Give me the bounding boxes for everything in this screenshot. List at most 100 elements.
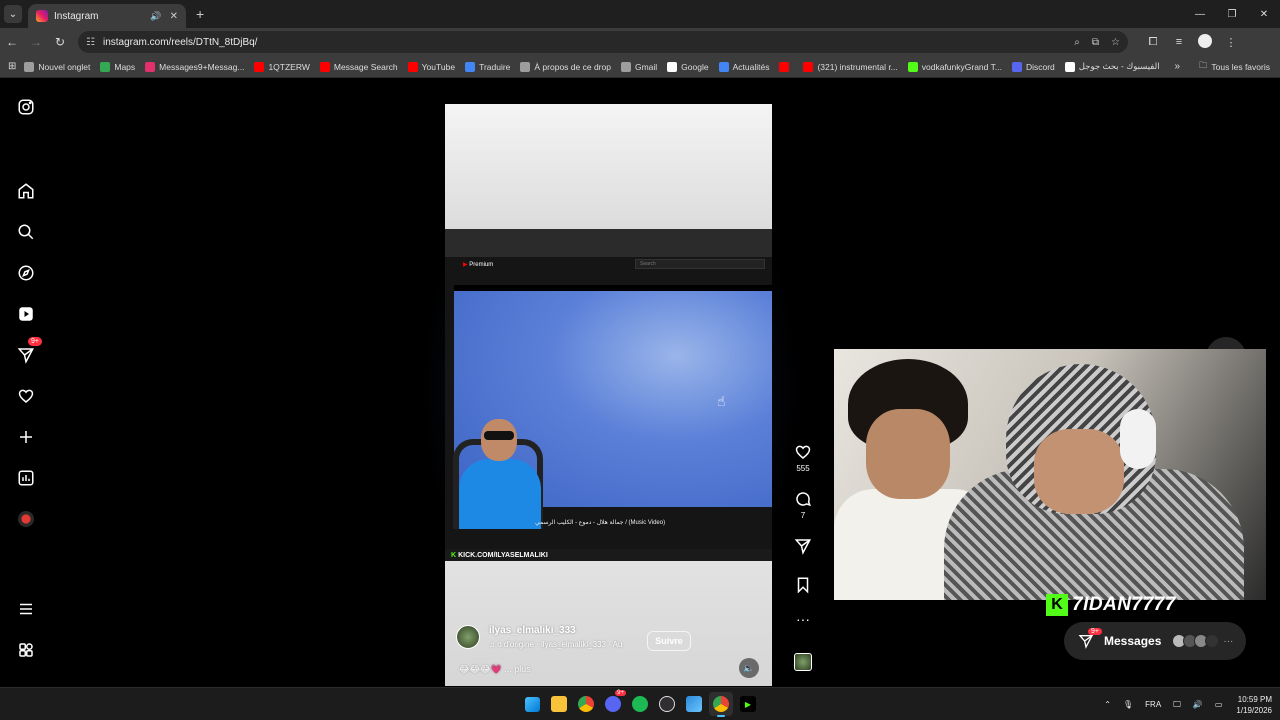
- reels-icon[interactable]: [16, 304, 36, 324]
- recorded-browser-bar: [445, 229, 772, 257]
- site-info-icon[interactable]: ☷: [86, 37, 95, 48]
- forward-button[interactable]: →: [24, 35, 48, 49]
- youtube-video-title: جمالة هلال - دموع - الكليب الرسمي / (Mus…: [535, 520, 666, 526]
- extensions-icon[interactable]: ⧠: [1140, 36, 1166, 49]
- audio-thumbnail[interactable]: [794, 653, 812, 671]
- share-button[interactable]: [790, 537, 816, 555]
- bookmark-item[interactable]: Discord: [1011, 61, 1055, 72]
- search-icon[interactable]: [16, 222, 36, 242]
- taskbar-clock[interactable]: 10:59 PM 1/19/2026: [1236, 694, 1272, 716]
- bookmark-item[interactable]: YouTube: [407, 61, 455, 72]
- explore-icon[interactable]: [16, 263, 36, 283]
- profile-avatar[interactable]: [1192, 33, 1218, 51]
- folder-icon: [551, 696, 567, 712]
- also-from-meta-icon[interactable]: [16, 640, 36, 660]
- save-button[interactable]: [790, 576, 816, 594]
- bookmark-item[interactable]: (321) instrumental r...: [803, 61, 898, 72]
- taskbar-obs[interactable]: [655, 692, 679, 716]
- mute-toggle-icon[interactable]: 🔈: [739, 658, 759, 678]
- language-indicator[interactable]: FRA: [1145, 700, 1161, 709]
- tray-overflow-icon[interactable]: ⌃: [1104, 700, 1111, 709]
- notifications-heart-icon[interactable]: [16, 386, 36, 406]
- taskbar-chrome-active[interactable]: [709, 692, 733, 717]
- address-bar[interactable]: ☷ instagram.com/reels/DTtN_8tDjBq/ ⌕ ⧉ ☆: [78, 31, 1128, 53]
- bookmark-item[interactable]: À propos de ce drop: [520, 61, 611, 72]
- messages-icon[interactable]: 9+: [16, 337, 42, 365]
- restore-button[interactable]: ❐: [1216, 9, 1248, 20]
- mouse-cursor-icon: ☝: [717, 393, 726, 409]
- more-options-icon[interactable]: ···: [790, 611, 816, 627]
- obs-icon: [659, 696, 675, 712]
- bookmark-item[interactable]: Nouvel onglet: [24, 61, 90, 72]
- bookmark-item[interactable]: [779, 61, 793, 72]
- more-menu-icon[interactable]: [16, 599, 36, 619]
- profile-avatar-icon[interactable]: [16, 509, 36, 529]
- taskbar-photos[interactable]: [682, 692, 706, 716]
- reel-audio-label[interactable]: ♫ o d'origine · ilyas_elmaliki_333 · Au: [489, 640, 622, 649]
- bookmark-favicon-icon: [465, 61, 476, 72]
- bookmark-item[interactable]: Google: [667, 61, 709, 72]
- media-controls-icon[interactable]: ≡: [1166, 36, 1192, 48]
- caption-more-link[interactable]: ... plus: [504, 664, 531, 674]
- windows-taskbar: 9+ ▶ ⌃ 🎙 FRA 🖵 🔊 ▭ 10:59 PM 1/19/2026: [0, 687, 1280, 720]
- battery-icon[interactable]: ▭: [1215, 700, 1223, 709]
- comment-button[interactable]: 7: [790, 490, 816, 520]
- bookmark-label: À propos de ce drop: [534, 61, 611, 72]
- tab-close-icon[interactable]: ✕: [170, 11, 178, 22]
- tab-instagram[interactable]: Instagram 🔊 ✕: [28, 4, 186, 28]
- bookmark-item[interactable]: Traduire: [465, 61, 510, 72]
- apps-grid-icon[interactable]: ⊞: [8, 61, 16, 72]
- like-count: 555: [796, 464, 810, 473]
- bookmark-item[interactable]: vodkafunkyGrand T...: [907, 61, 1002, 72]
- close-window-button[interactable]: ✕: [1248, 9, 1280, 20]
- bookmark-item[interactable]: Gmail: [620, 61, 657, 72]
- minimize-button[interactable]: —: [1184, 9, 1216, 20]
- bookmark-favicon-icon: [1011, 61, 1022, 72]
- reel-video-frame[interactable]: ▶ Premium Search جمالة هلال - دموع - الك…: [445, 229, 772, 561]
- reel-player[interactable]: ▶ Premium Search جمالة هلال - دموع - الك…: [445, 104, 772, 686]
- all-bookmarks-button[interactable]: 🗀 Tous les favoris: [1199, 60, 1270, 74]
- start-button[interactable]: [520, 692, 544, 716]
- kick-channel-tag: K 7IDAN7777: [1046, 593, 1176, 617]
- bookmark-item[interactable]: Actualités: [718, 61, 769, 72]
- bookmark-item[interactable]: Messages9+Messag...: [145, 61, 244, 72]
- instagram-logo-icon[interactable]: [16, 97, 36, 117]
- volume-icon[interactable]: 🔊: [1193, 700, 1203, 709]
- install-app-icon[interactable]: ⧉: [1092, 37, 1099, 48]
- discord-badge: 9+: [615, 690, 626, 696]
- create-plus-icon[interactable]: [16, 427, 36, 447]
- bookmark-item[interactable]: 1QTZERW: [254, 61, 310, 72]
- browser-menu-icon[interactable]: ⋮: [1218, 36, 1244, 49]
- dashboard-chart-icon[interactable]: [16, 468, 36, 488]
- reel-caption[interactable]: 😂😂😂💗 ... plus: [459, 664, 531, 675]
- bookmark-item[interactable]: الفيسبوك - بحث جوجل: [1064, 61, 1160, 72]
- taskbar-discord[interactable]: 9+: [601, 690, 626, 716]
- bookmark-star-icon[interactable]: ☆: [1111, 37, 1120, 48]
- new-tab-button[interactable]: +: [196, 6, 204, 22]
- bookmark-favicon-icon: [100, 61, 111, 72]
- taskbar-chrome[interactable]: [574, 692, 598, 716]
- comment-count: 7: [800, 511, 806, 520]
- bookmark-item[interactable]: Message Search: [319, 61, 398, 72]
- clock-date: 1/19/2026: [1236, 705, 1272, 715]
- bookmark-item[interactable]: Maps: [100, 61, 135, 72]
- folder-icon: 🗀: [1198, 59, 1208, 70]
- tab-search-button[interactable]: ⌄: [4, 5, 22, 23]
- like-button[interactable]: 555: [790, 443, 816, 473]
- reload-button[interactable]: ↻: [48, 35, 72, 49]
- taskbar-kick[interactable]: ▶: [736, 692, 760, 716]
- tab-audio-icon[interactable]: 🔊: [150, 11, 161, 22]
- creator-avatar[interactable]: [456, 625, 480, 649]
- microphone-icon[interactable]: 🎙: [1123, 700, 1133, 709]
- back-button[interactable]: ←: [0, 35, 24, 49]
- home-icon[interactable]: [16, 181, 36, 201]
- zoom-icon[interactable]: ⌕: [1074, 37, 1080, 48]
- more-bookmarks-icon[interactable]: »: [1174, 61, 1180, 72]
- network-icon[interactable]: 🖵: [1173, 700, 1181, 710]
- messages-popup-button[interactable]: 9+ Messages ···: [1064, 622, 1246, 660]
- creator-username[interactable]: ilyas_elmaliki_333: [489, 625, 576, 636]
- taskbar-spotify[interactable]: [628, 692, 652, 716]
- follow-button[interactable]: Suivre: [647, 631, 691, 651]
- bookmark-favicon-icon: [24, 61, 35, 72]
- taskbar-file-explorer[interactable]: [547, 692, 571, 716]
